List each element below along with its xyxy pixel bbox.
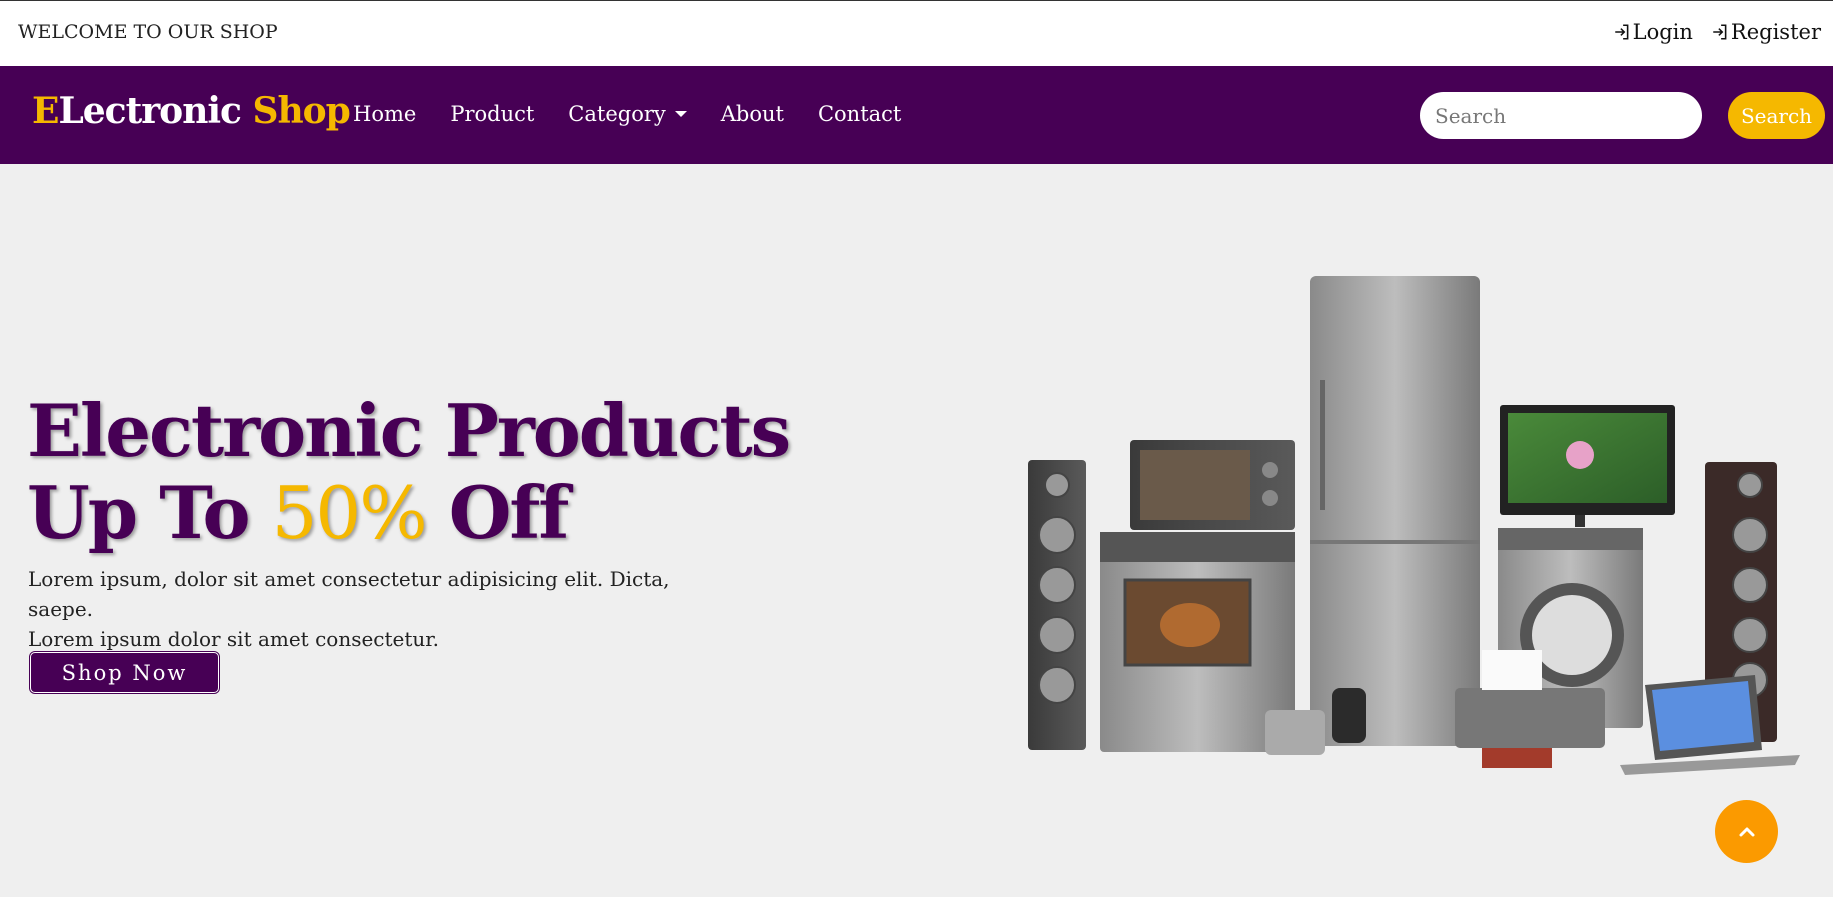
chevron-up-icon bbox=[1739, 827, 1754, 836]
brand-initial: E bbox=[32, 90, 59, 132]
login-icon bbox=[1614, 24, 1629, 40]
brand-logo[interactable]: ELectronic Shop bbox=[32, 90, 351, 132]
shop-now-button[interactable]: Shop Now bbox=[30, 652, 219, 693]
welcome-text: WELCOME TO OUR SHOP bbox=[18, 21, 278, 43]
login-icon bbox=[1713, 24, 1727, 40]
login-link[interactable]: Login bbox=[1613, 20, 1693, 44]
login-label: Login bbox=[1632, 20, 1693, 44]
appliances-image bbox=[1028, 276, 1800, 775]
main-navbar: ELectronic Shop Home Product Category Ab… bbox=[0, 66, 1833, 164]
register-label: Register bbox=[1730, 20, 1821, 44]
nav-about[interactable]: About bbox=[721, 102, 784, 126]
nav-contact[interactable]: Contact bbox=[818, 102, 901, 126]
hero-description-line1: Lorem ipsum, dolor sit amet consectetur … bbox=[28, 567, 670, 621]
hero-title-line2-pre: Up To bbox=[27, 470, 272, 555]
search-input[interactable] bbox=[1420, 92, 1702, 139]
brand-shop: Shop bbox=[252, 90, 351, 132]
hero-description: Lorem ipsum, dolor sit amet consectetur … bbox=[28, 564, 728, 654]
hero-discount: 50% bbox=[271, 471, 428, 555]
brand-name: Lectronic bbox=[58, 90, 253, 132]
nav-product[interactable]: Product bbox=[450, 102, 534, 126]
hero-title-line1: Electronic Products bbox=[27, 388, 791, 473]
top-bar: WELCOME TO OUR SHOP Login Register bbox=[0, 0, 1833, 66]
nav-home[interactable]: Home bbox=[353, 102, 416, 126]
register-link[interactable]: Register bbox=[1711, 20, 1821, 44]
nav-menu: Home Product Category About Contact bbox=[353, 102, 901, 126]
caret-down-icon bbox=[674, 111, 687, 117]
hero-description-line2: Lorem ipsum dolor sit amet consectetur. bbox=[28, 627, 440, 651]
search-button[interactable]: Search bbox=[1728, 92, 1825, 139]
auth-links: Login Register bbox=[1613, 20, 1821, 44]
nav-category-dropdown[interactable]: Category bbox=[568, 102, 687, 126]
hero-title-line2-post: Off bbox=[425, 470, 570, 555]
hero-title: Electronic Products Up To 50% Off bbox=[27, 388, 791, 555]
nav-category-label: Category bbox=[568, 102, 666, 126]
scroll-top-button[interactable] bbox=[1715, 800, 1778, 863]
